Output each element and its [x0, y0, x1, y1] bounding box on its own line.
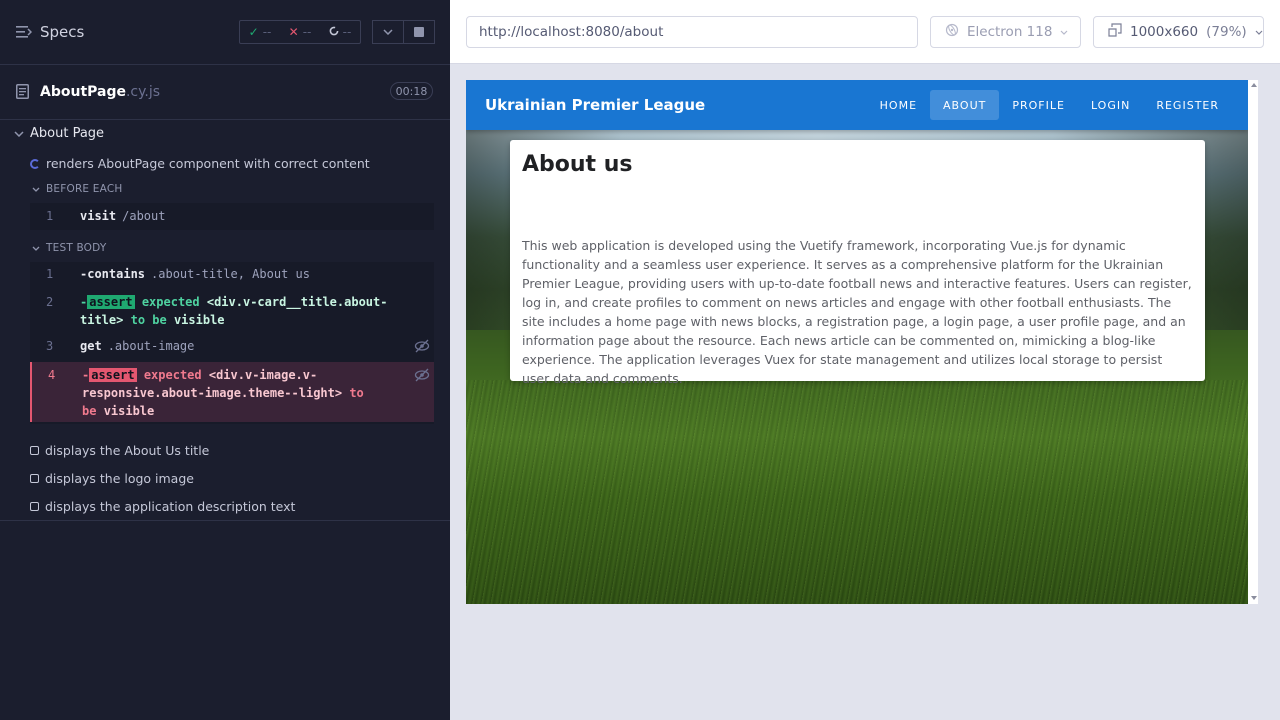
chevron-down-icon	[1255, 30, 1263, 35]
check-icon: ✓	[248, 25, 259, 39]
viewport-icon	[1108, 23, 1122, 41]
nav-profile[interactable]: PROFILE	[999, 90, 1078, 120]
eye-slash-icon[interactable]	[414, 339, 430, 353]
assert-state: visible	[103, 404, 155, 418]
command-name: contains	[87, 267, 146, 281]
reporter-header: Specs ✓ -- ✕ -- --	[0, 0, 450, 65]
specs-label[interactable]: Specs	[40, 23, 84, 41]
spec-file-row: AboutPage .cy.js	[0, 65, 450, 120]
before-each-label: BEFORE EACH	[46, 183, 123, 195]
chevron-down-icon	[1061, 30, 1068, 35]
assert-tag: assert	[89, 368, 137, 382]
test-title: renders AboutPage component with correct…	[46, 156, 370, 171]
viewport-selector[interactable]: 1000x660 (79%)	[1093, 16, 1264, 48]
pending-checkbox-icon	[30, 446, 39, 455]
pending-stat: --	[329, 25, 352, 39]
command-name: get	[80, 339, 102, 353]
spec-file-ext: .cy.js	[125, 84, 161, 100]
failed-command-row[interactable]: 4 - assert expected <div.v-image.v-respon…	[30, 362, 434, 422]
pending-checkbox-icon	[30, 474, 39, 483]
before-each-header[interactable]: BEFORE EACH	[32, 183, 122, 195]
command-row[interactable]: 3 get .about-image	[30, 337, 434, 355]
passed-count: --	[262, 25, 272, 39]
command-name: visit	[80, 209, 117, 223]
command-row[interactable]: 2 - assert expected <div.v-card__title.ab…	[30, 293, 434, 329]
x-icon: ✕	[288, 25, 299, 39]
command-arg: .about-title, About us	[151, 267, 310, 281]
command-row[interactable]: 1 visit/about	[30, 207, 434, 225]
about-description: This web application is developed using …	[522, 238, 1192, 386]
suite-row[interactable]: About Page	[14, 126, 104, 141]
browser-selector[interactable]: Electron 118	[930, 16, 1081, 48]
test-body-commands: 1 -contains .about-title, About us 2 - ass…	[30, 262, 434, 424]
reporter-panel: Specs ✓ -- ✕ -- -- AboutPage .cy.js 00:1…	[0, 0, 450, 720]
command-arg: /about	[122, 209, 166, 223]
about-card: About us This web application is develop…	[510, 140, 1205, 386]
pending-test-title: displays the logo image	[45, 471, 194, 486]
chevron-down-icon[interactable]	[373, 21, 403, 43]
spinner-icon	[30, 158, 40, 169]
divider	[0, 520, 450, 521]
command-number: 4	[48, 368, 56, 382]
assert-state: visible	[173, 313, 225, 327]
before-each-commands: 1 visit/about	[30, 203, 434, 230]
pending-test-title: displays the application description tex…	[45, 499, 296, 514]
pending-test-row[interactable]: displays the application description tex…	[30, 499, 295, 514]
app-bar: Ukrainian Premier League HOME ABOUT PROF…	[466, 80, 1248, 130]
nav-bar: HOME ABOUT PROFILE LOGIN REGISTER	[867, 90, 1232, 120]
nav-login[interactable]: LOGIN	[1078, 90, 1143, 120]
about-title: About us	[522, 152, 633, 177]
stop-icon[interactable]	[404, 21, 434, 43]
pending-test-title: displays the About Us title	[45, 443, 210, 458]
assert-tag: assert	[87, 295, 135, 309]
assert-expected: expected	[141, 295, 200, 309]
zoom-level: (79%)	[1206, 24, 1247, 40]
scroll-up-icon[interactable]	[1251, 83, 1257, 87]
command-number: 3	[46, 339, 54, 353]
test-body-header[interactable]: TEST BODY	[32, 242, 106, 254]
chevron-down-icon	[14, 130, 24, 137]
app-under-test: Ukrainian Premier League HOME ABOUT PROF…	[466, 80, 1248, 604]
viewport-size: 1000x660	[1130, 24, 1199, 40]
pending-count: --	[342, 25, 352, 39]
browser-icon	[945, 23, 959, 41]
collapse-button[interactable]	[372, 20, 404, 44]
chevron-down-icon	[32, 187, 40, 192]
scroll-down-icon[interactable]	[1251, 596, 1257, 600]
spec-file-name[interactable]: AboutPage	[40, 84, 126, 100]
eye-slash-icon[interactable]	[414, 368, 430, 382]
command-row[interactable]: 1 -contains .about-title, About us	[30, 265, 434, 283]
app-title[interactable]: Ukrainian Premier League	[485, 96, 705, 114]
nav-home[interactable]: HOME	[867, 90, 930, 120]
suite-title: About Page	[30, 126, 105, 141]
chevron-down-icon	[32, 246, 40, 251]
document-icon	[16, 84, 30, 100]
grass-background	[466, 380, 1248, 604]
assert-tobe: to be	[130, 313, 167, 327]
stats-bar: ✓ -- ✕ -- --	[239, 20, 361, 44]
assert-expected: expected	[143, 368, 202, 382]
pending-test-row[interactable]: displays the logo image	[30, 471, 194, 486]
pending-checkbox-icon	[30, 502, 39, 511]
failed-count: --	[302, 25, 312, 39]
aut-scrollbar[interactable]	[1248, 80, 1258, 604]
nav-about[interactable]: ABOUT	[930, 90, 1000, 120]
pending-test-row[interactable]: displays the About Us title	[30, 443, 209, 458]
stop-button[interactable]	[403, 20, 435, 44]
nav-register[interactable]: REGISTER	[1143, 90, 1232, 120]
specs-icon[interactable]	[16, 25, 32, 39]
test-row[interactable]: renders AboutPage component with correct…	[30, 156, 370, 171]
passed-stat: ✓ --	[249, 25, 272, 39]
duration-badge: 00:18	[390, 82, 433, 100]
aut-toolbar: http://localhost:8080/about Electron 118…	[450, 0, 1280, 64]
pending-icon	[329, 25, 339, 39]
command-arg: .about-image	[107, 339, 195, 353]
command-number: 1	[46, 267, 54, 281]
command-number: 1	[46, 209, 54, 223]
command-number: 2	[46, 295, 54, 309]
browser-name: Electron 118	[967, 24, 1053, 40]
url-bar[interactable]: http://localhost:8080/about	[466, 16, 918, 48]
failed-stat: ✕ --	[289, 25, 312, 39]
test-body-label: TEST BODY	[46, 242, 107, 254]
